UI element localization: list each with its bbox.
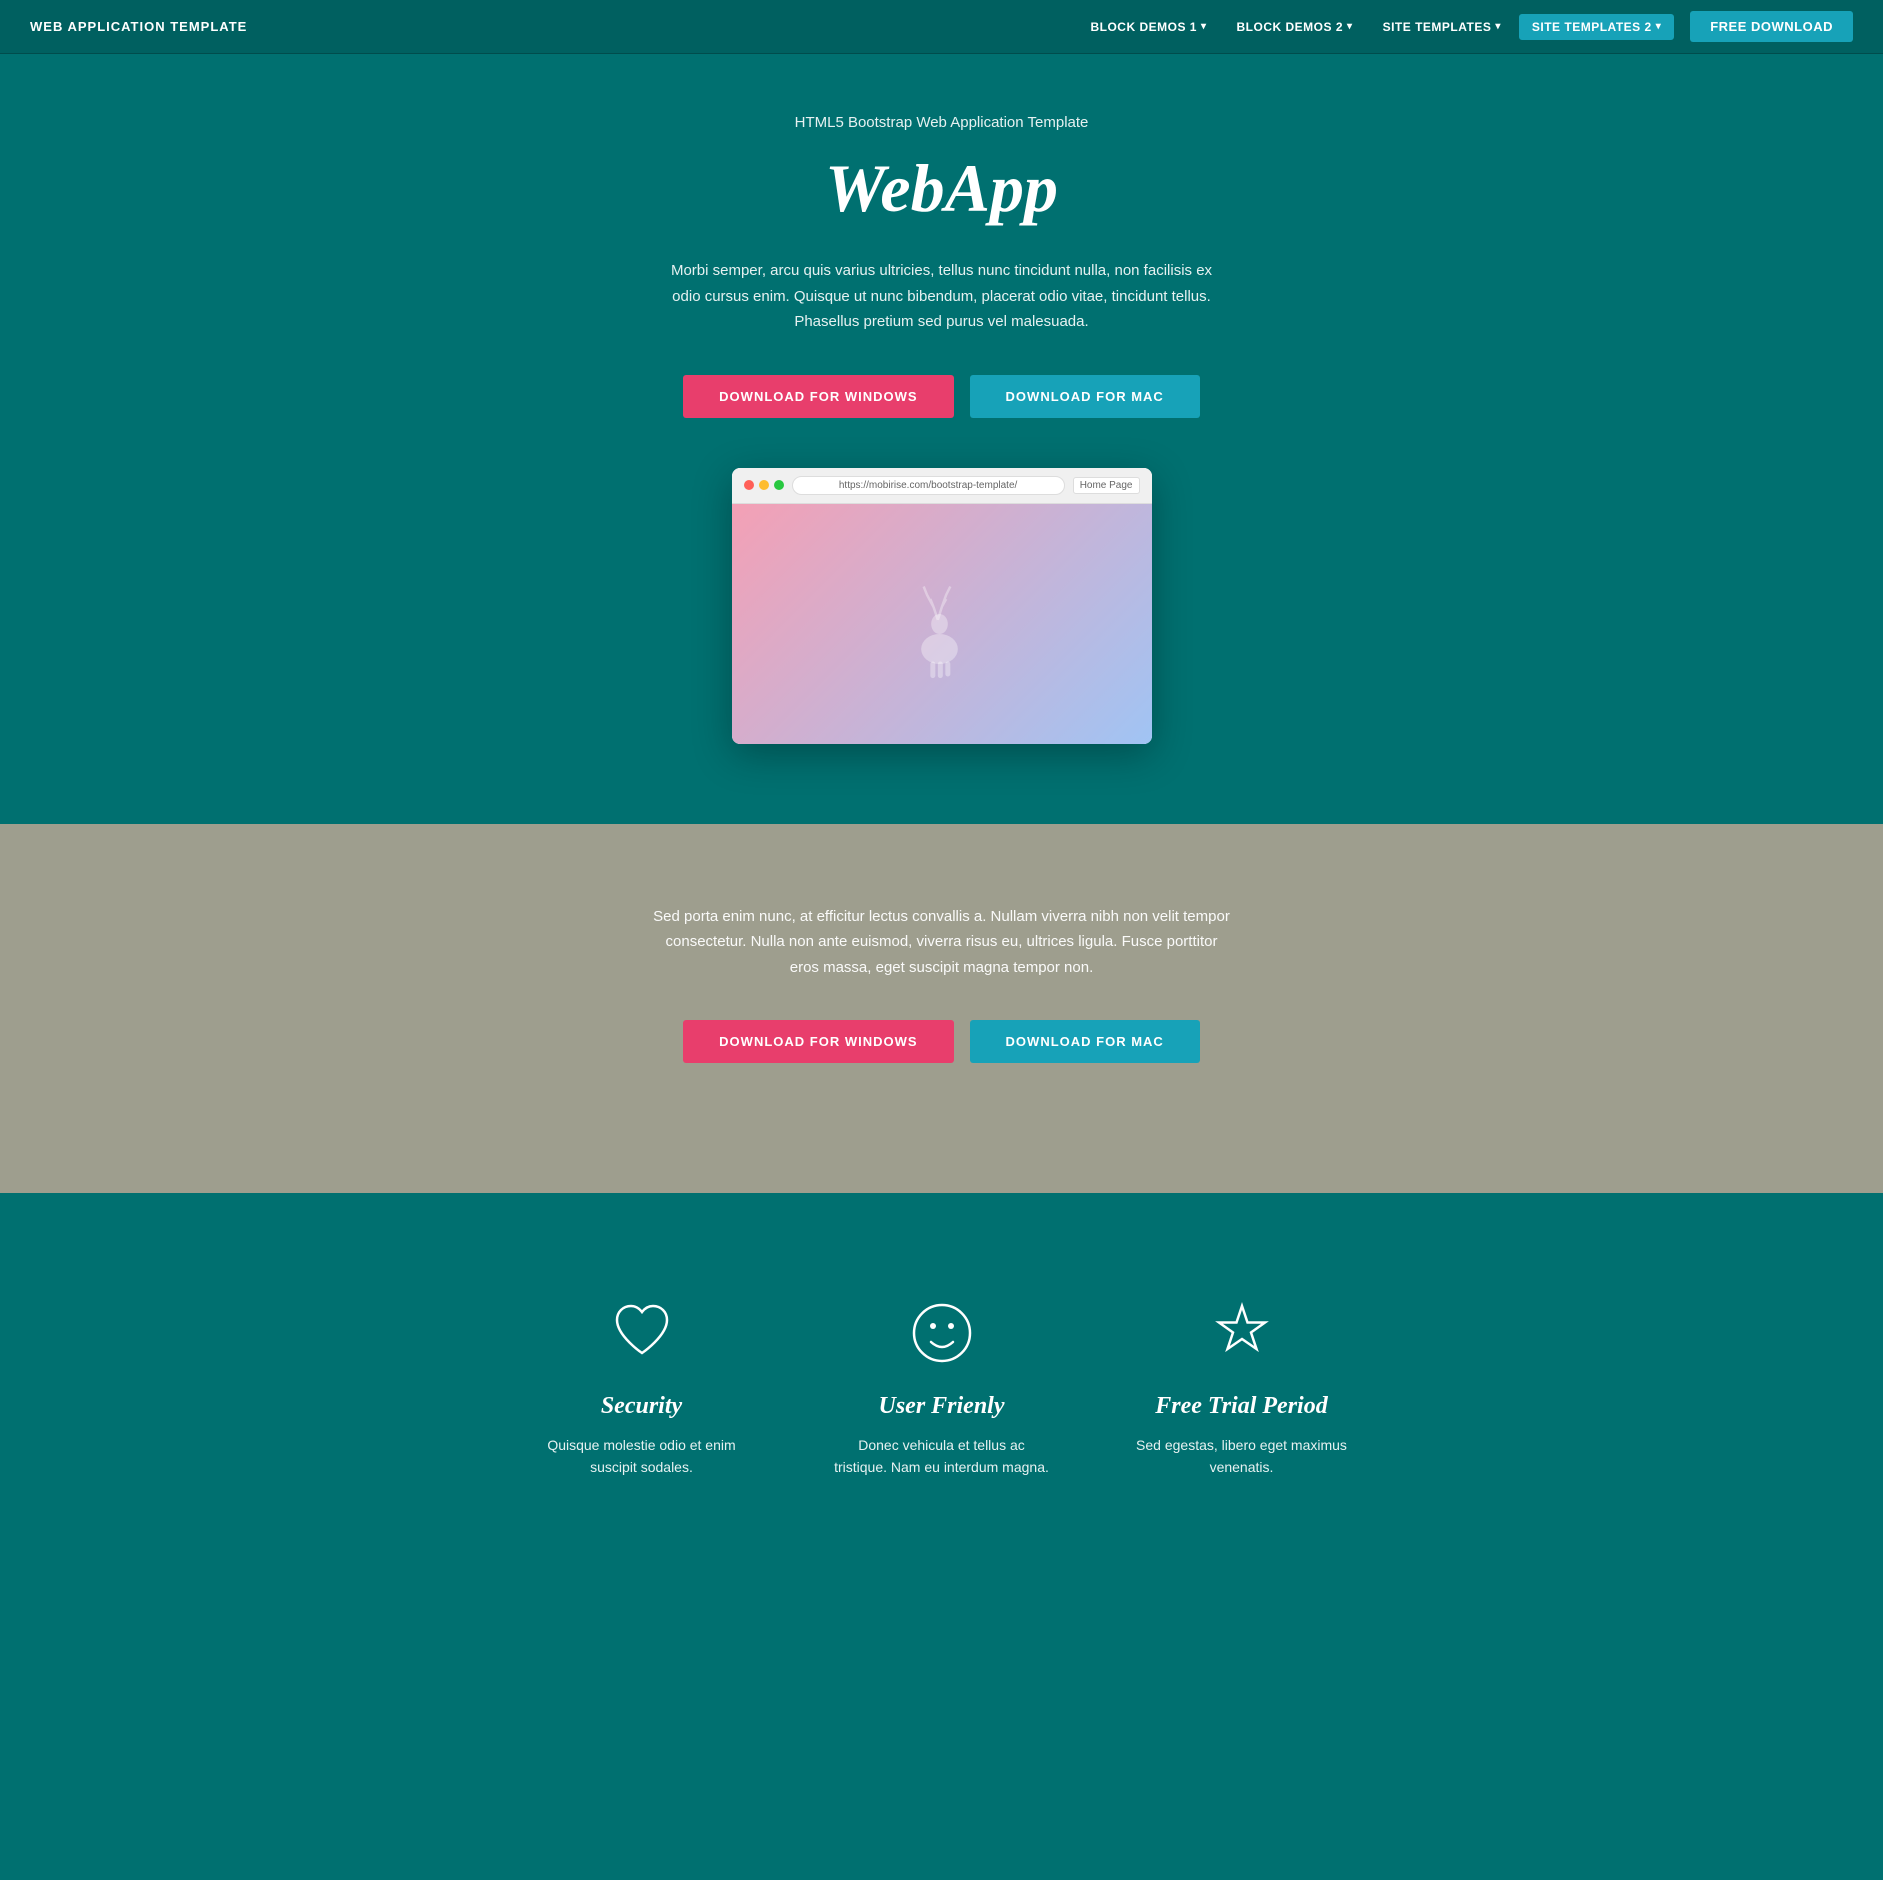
features-section: Security Quisque molestie odio et enim s… xyxy=(0,1193,1883,1579)
feature-user-friendly-icon xyxy=(902,1293,982,1373)
nav-block-demos-1[interactable]: BLOCK DEMOS 1 ▾ xyxy=(1078,14,1218,40)
browser-bar: https://mobirise.com/bootstrap-template/… xyxy=(732,468,1152,504)
chevron-down-icon: ▾ xyxy=(1495,21,1501,32)
browser-dot-red xyxy=(744,480,754,490)
hero-subtitle: HTML5 Bootstrap Web Application Template xyxy=(20,114,1863,131)
heart-icon xyxy=(607,1298,677,1368)
chevron-down-icon: ▾ xyxy=(1201,21,1207,32)
chevron-down-icon: ▾ xyxy=(1656,21,1662,32)
features-grid: Security Quisque molestie odio et enim s… xyxy=(20,1293,1863,1479)
nav-site-templates[interactable]: SITE TEMPLATES ▾ xyxy=(1371,14,1513,40)
browser-home: Home Page xyxy=(1073,477,1140,494)
navbar-brand: WEB APPLICATION TEMPLATE xyxy=(30,19,247,34)
hero-description: Morbi semper, arcu quis varius ultricies… xyxy=(662,258,1222,335)
feature-free-trial-title: Free Trial Period xyxy=(1132,1393,1352,1420)
hero-title: WebApp xyxy=(20,149,1863,228)
feature-security-icon xyxy=(602,1293,682,1373)
hero-buttons: DOWNLOAD FOR WINDOWS DOWNLOAD FOR MAC xyxy=(20,375,1863,418)
browser-content xyxy=(732,504,1152,744)
feature-security-desc: Quisque molestie odio et enim suscipit s… xyxy=(532,1434,752,1479)
gray-download-mac-button[interactable]: DOWNLOAD FOR MAC xyxy=(970,1020,1200,1063)
gray-section: Sed porta enim nunc, at efficitur lectus… xyxy=(0,824,1883,1194)
browser-dot-yellow xyxy=(759,480,769,490)
browser-mockup: https://mobirise.com/bootstrap-template/… xyxy=(732,468,1152,744)
hero-download-windows-button[interactable]: DOWNLOAD FOR WINDOWS xyxy=(683,375,953,418)
feature-free-trial: Free Trial Period Sed egestas, libero eg… xyxy=(1132,1293,1352,1479)
feature-security: Security Quisque molestie odio et enim s… xyxy=(532,1293,752,1479)
chevron-down-icon: ▾ xyxy=(1347,21,1353,32)
browser-dots xyxy=(744,480,784,490)
feature-user-friendly: User Frienly Donec vehicula et tellus ac… xyxy=(832,1293,1052,1479)
gray-buttons: DOWNLOAD FOR WINDOWS DOWNLOAD FOR MAC xyxy=(20,1020,1863,1063)
deer-illustration xyxy=(892,564,992,684)
browser-url: https://mobirise.com/bootstrap-template/ xyxy=(792,476,1065,495)
star-icon xyxy=(1207,1298,1277,1368)
nav-block-demos-2[interactable]: BLOCK DEMOS 2 ▾ xyxy=(1225,14,1365,40)
hero-section: HTML5 Bootstrap Web Application Template… xyxy=(0,54,1883,824)
feature-user-friendly-desc: Donec vehicula et tellus ac tristique. N… xyxy=(832,1434,1052,1479)
hero-download-mac-button[interactable]: DOWNLOAD FOR MAC xyxy=(970,375,1200,418)
gray-description: Sed porta enim nunc, at efficitur lectus… xyxy=(652,904,1232,981)
browser-dot-green xyxy=(774,480,784,490)
feature-security-title: Security xyxy=(532,1393,752,1420)
gray-download-windows-button[interactable]: DOWNLOAD FOR WINDOWS xyxy=(683,1020,953,1063)
feature-free-trial-icon xyxy=(1202,1293,1282,1373)
smile-icon xyxy=(907,1298,977,1368)
feature-free-trial-desc: Sed egestas, libero eget maximus venenat… xyxy=(1132,1434,1352,1479)
free-download-button[interactable]: FREE DOWNLOAD xyxy=(1690,11,1853,42)
feature-user-friendly-title: User Frienly xyxy=(832,1393,1052,1420)
navbar-right: BLOCK DEMOS 1 ▾ BLOCK DEMOS 2 ▾ SITE TEM… xyxy=(1078,11,1853,42)
navbar: WEB APPLICATION TEMPLATE BLOCK DEMOS 1 ▾… xyxy=(0,0,1883,54)
nav-site-templates-2[interactable]: SITE TEMPLATES 2 ▾ xyxy=(1519,14,1674,40)
